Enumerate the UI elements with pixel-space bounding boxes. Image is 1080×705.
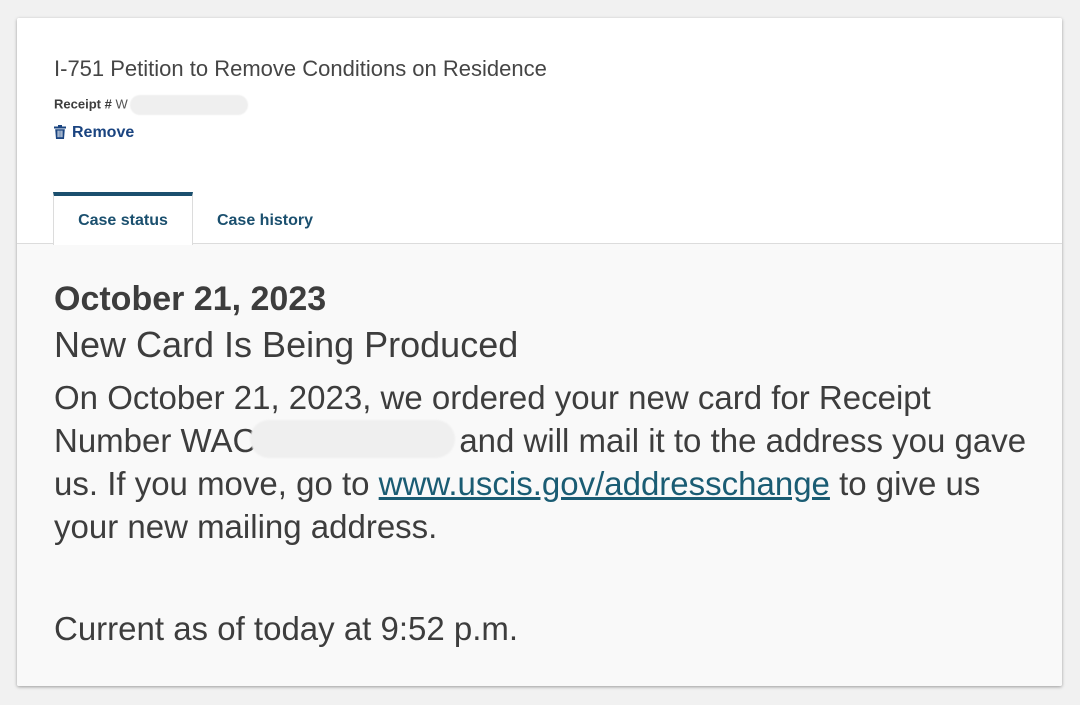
tab-case-history[interactable]: Case history xyxy=(203,192,327,244)
receipt-number: W xyxy=(115,96,128,112)
last-updated: Current as of today at 9:52 p.m. xyxy=(54,610,519,647)
status-message: On October 21, 2023, we ordered your new… xyxy=(54,376,1044,548)
receipt-line: Receipt # W xyxy=(54,95,248,115)
tab-case-status[interactable]: Case status xyxy=(53,192,193,245)
address-change-link[interactable]: www.uscis.gov/addresschange xyxy=(379,465,830,502)
remove-label: Remove xyxy=(72,124,135,141)
case-status-panel: October 21, 2023 New Card Is Being Produ… xyxy=(17,244,1062,686)
redaction-overlay xyxy=(250,420,456,458)
remove-button[interactable]: Remove xyxy=(54,124,134,142)
form-title: I-751 Petition to Remove Conditions on R… xyxy=(54,56,547,81)
status-date: October 21, 2023 xyxy=(54,280,327,318)
trash-icon xyxy=(54,125,66,139)
redaction-overlay xyxy=(129,95,248,115)
case-header: I-751 Petition to Remove Conditions on R… xyxy=(17,18,1062,245)
receipt-label: Receipt # xyxy=(54,96,112,112)
status-title: New Card Is Being Produced xyxy=(54,324,519,365)
case-card: I-751 Petition to Remove Conditions on R… xyxy=(17,18,1062,686)
